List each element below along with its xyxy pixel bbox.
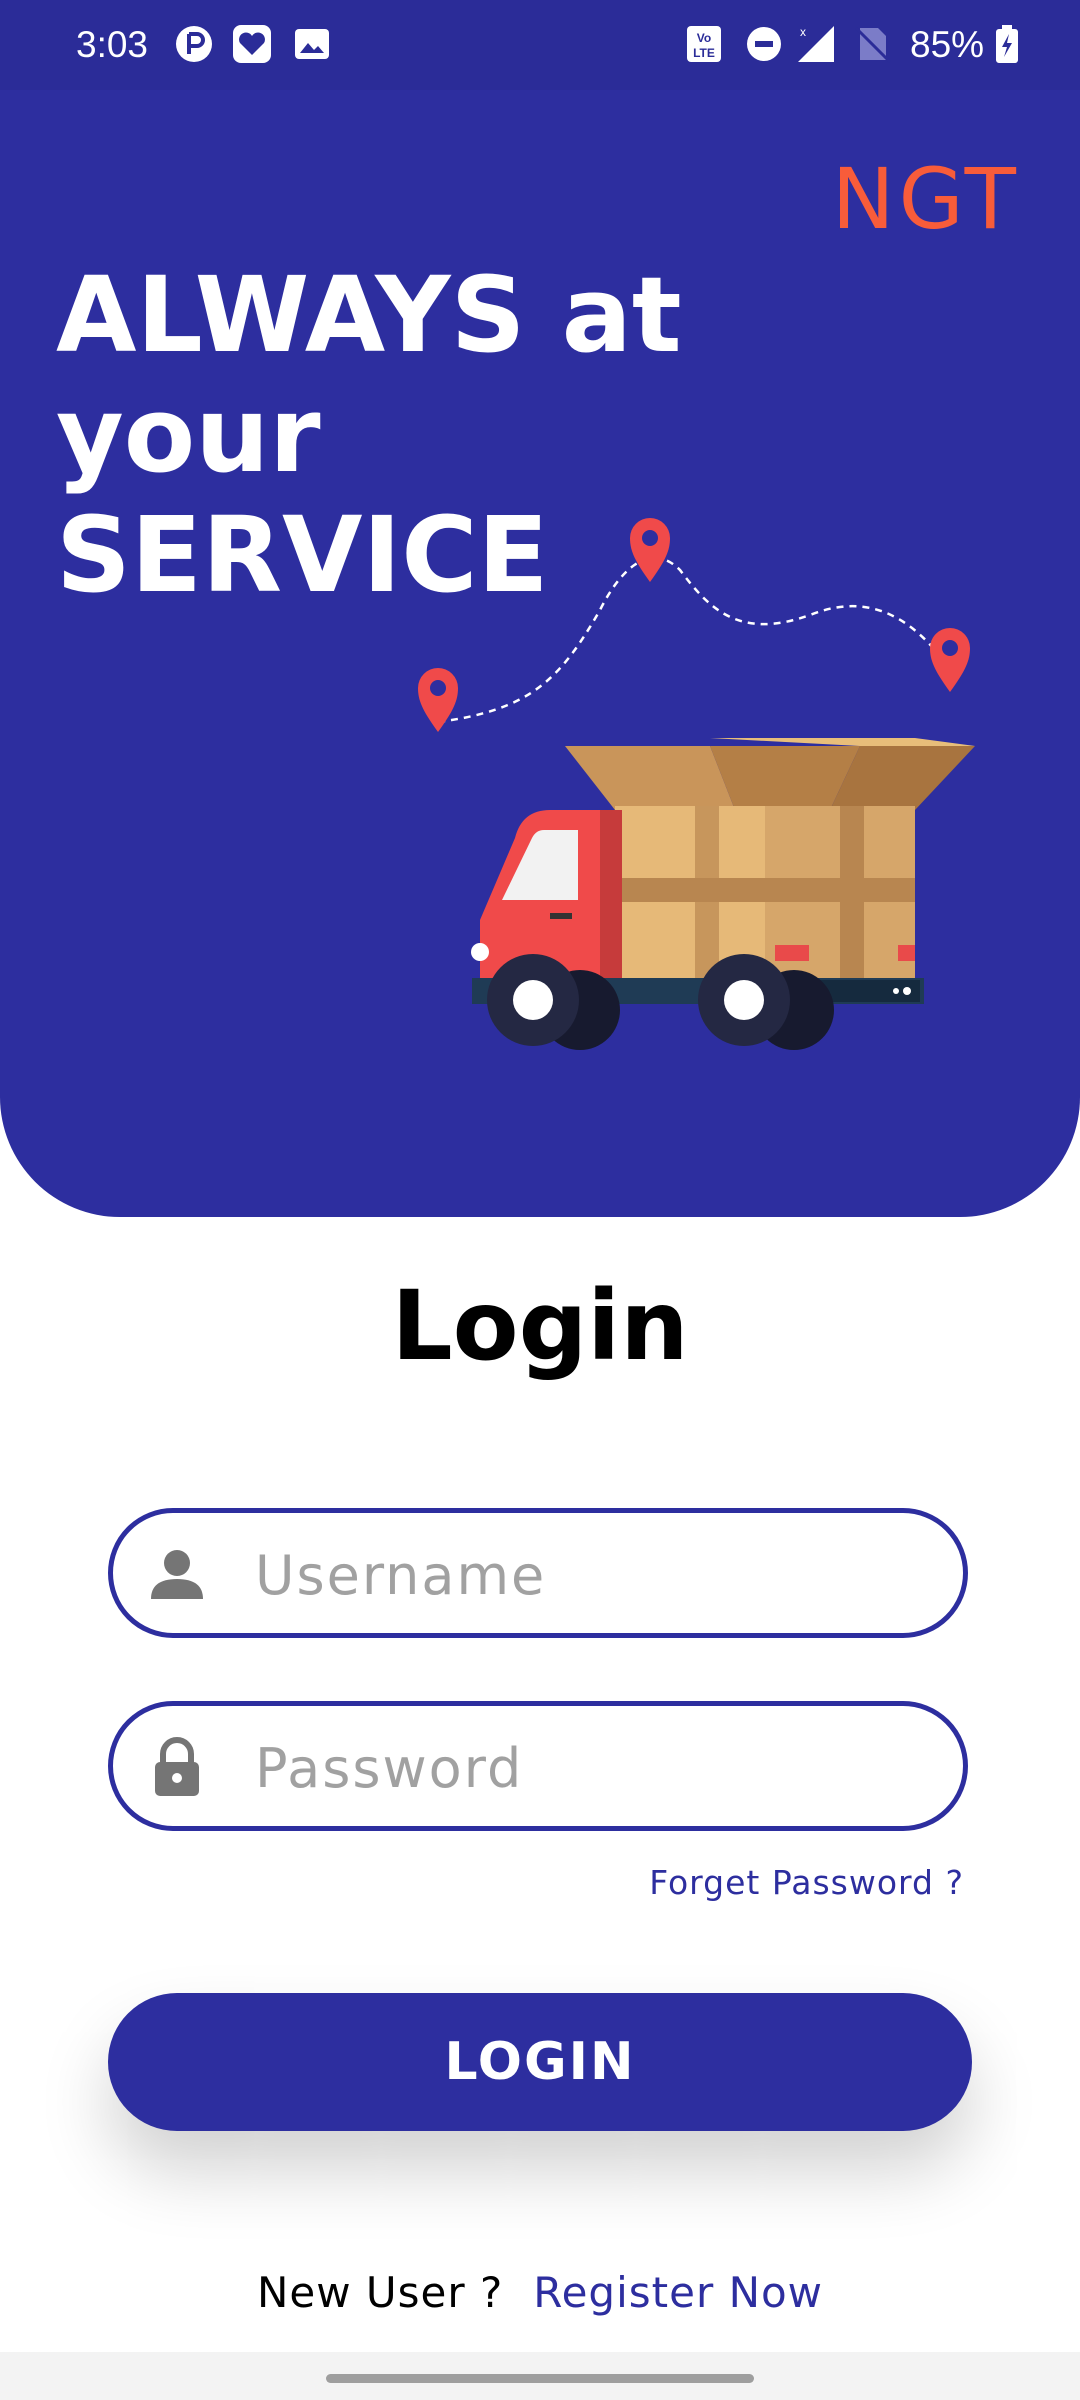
heart-icon [233,25,271,63]
register-row: New User ? Register Now [0,2268,1080,2317]
image-icon [295,29,329,59]
no-sim-icon [854,26,892,64]
password-input[interactable] [253,1724,917,1812]
register-now-link[interactable]: Register Now [533,2268,823,2317]
svg-text:LTE: LTE [693,46,715,60]
person-icon [151,1550,203,1599]
lock-icon [155,1737,199,1796]
password-field[interactable] [108,1701,968,1831]
login-button[interactable]: LOGIN [108,1993,972,2131]
status-time: 3:03 [76,24,149,65]
username-field[interactable] [108,1508,968,1638]
volte-icon: Vo LTE [687,26,721,62]
dnd-icon [747,27,781,61]
battery-charging-icon [996,25,1018,63]
map-pin-icon [930,628,970,692]
battery-percentage: 85% [910,24,985,65]
map-pin-icon [630,518,670,582]
new-user-label: New User ? [256,2268,504,2317]
delivery-truck-illustration [418,518,975,1050]
map-pin-icon [418,668,458,732]
svg-text:Vo: Vo [697,31,711,45]
login-title: Login [391,1270,689,1382]
hero-banner: NGT ALWAYS at your SERVICE [0,0,1080,1217]
brand-logo: NGT [831,150,1020,248]
username-input[interactable] [253,1531,917,1619]
home-gesture-handle[interactable] [326,2374,754,2383]
svg-text:x: x [800,25,806,39]
status-bar: 3:03 Vo LTE x 85% [0,0,1080,90]
forgot-password-link[interactable]: Forget Password ? [649,1863,964,1902]
notification-p-icon [176,26,212,62]
navigation-bar [0,2352,1080,2400]
signal-icon: x [798,25,834,62]
